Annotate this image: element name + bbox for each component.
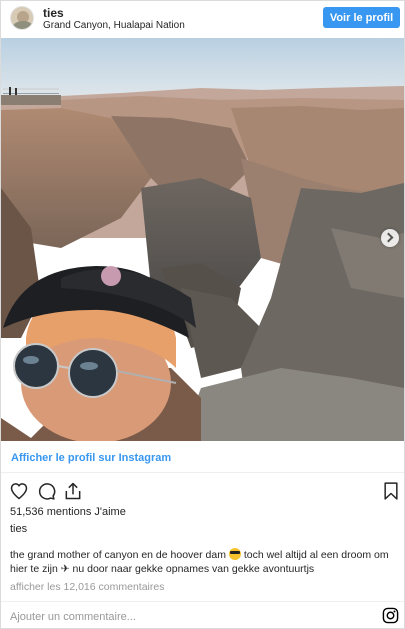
instagram-logo-icon[interactable] <box>382 607 399 624</box>
divider <box>1 601 404 602</box>
caption-username[interactable]: ties <box>10 523 27 535</box>
view-profile-button[interactable]: Voir le profil <box>323 7 400 28</box>
likes-count: 51,536 mentions J'aime <box>10 506 126 518</box>
sunglasses-emoji-icon <box>228 548 241 560</box>
airplane-emoji-icon: ✈︎ <box>60 563 70 575</box>
view-profile-on-instagram-link[interactable]: Afficher le profil sur Instagram <box>11 452 171 464</box>
comment-input[interactable] <box>10 609 340 625</box>
location[interactable]: Grand Canyon, Hualapai Nation <box>43 20 185 31</box>
view-comments-link[interactable]: afficher les 12,016 commentaires <box>10 581 164 593</box>
instagram-embed-card: ties Grand Canyon, Hualapai Nation Voir … <box>0 0 405 629</box>
divider <box>1 472 404 473</box>
share-icon[interactable] <box>63 481 83 501</box>
comment-icon[interactable] <box>36 481 56 501</box>
post-header: ties Grand Canyon, Hualapai Nation Voir … <box>1 1 404 37</box>
canyon-photo <box>1 38 404 441</box>
avatar[interactable] <box>10 6 34 30</box>
carousel-next-button[interactable] <box>381 229 399 247</box>
username[interactable]: ties <box>43 6 64 20</box>
heart-icon[interactable] <box>9 481 29 501</box>
caption-text: the grand mother of canyon en de hoover … <box>10 548 398 576</box>
caption-part-3: nu door naar gekke opnames van gekke avo… <box>72 563 315 575</box>
post-photo[interactable] <box>1 38 404 441</box>
bookmark-icon[interactable] <box>381 481 401 501</box>
caption-part-1: the grand mother of canyon en de hoover … <box>10 549 226 561</box>
chevron-right-icon <box>383 232 394 243</box>
